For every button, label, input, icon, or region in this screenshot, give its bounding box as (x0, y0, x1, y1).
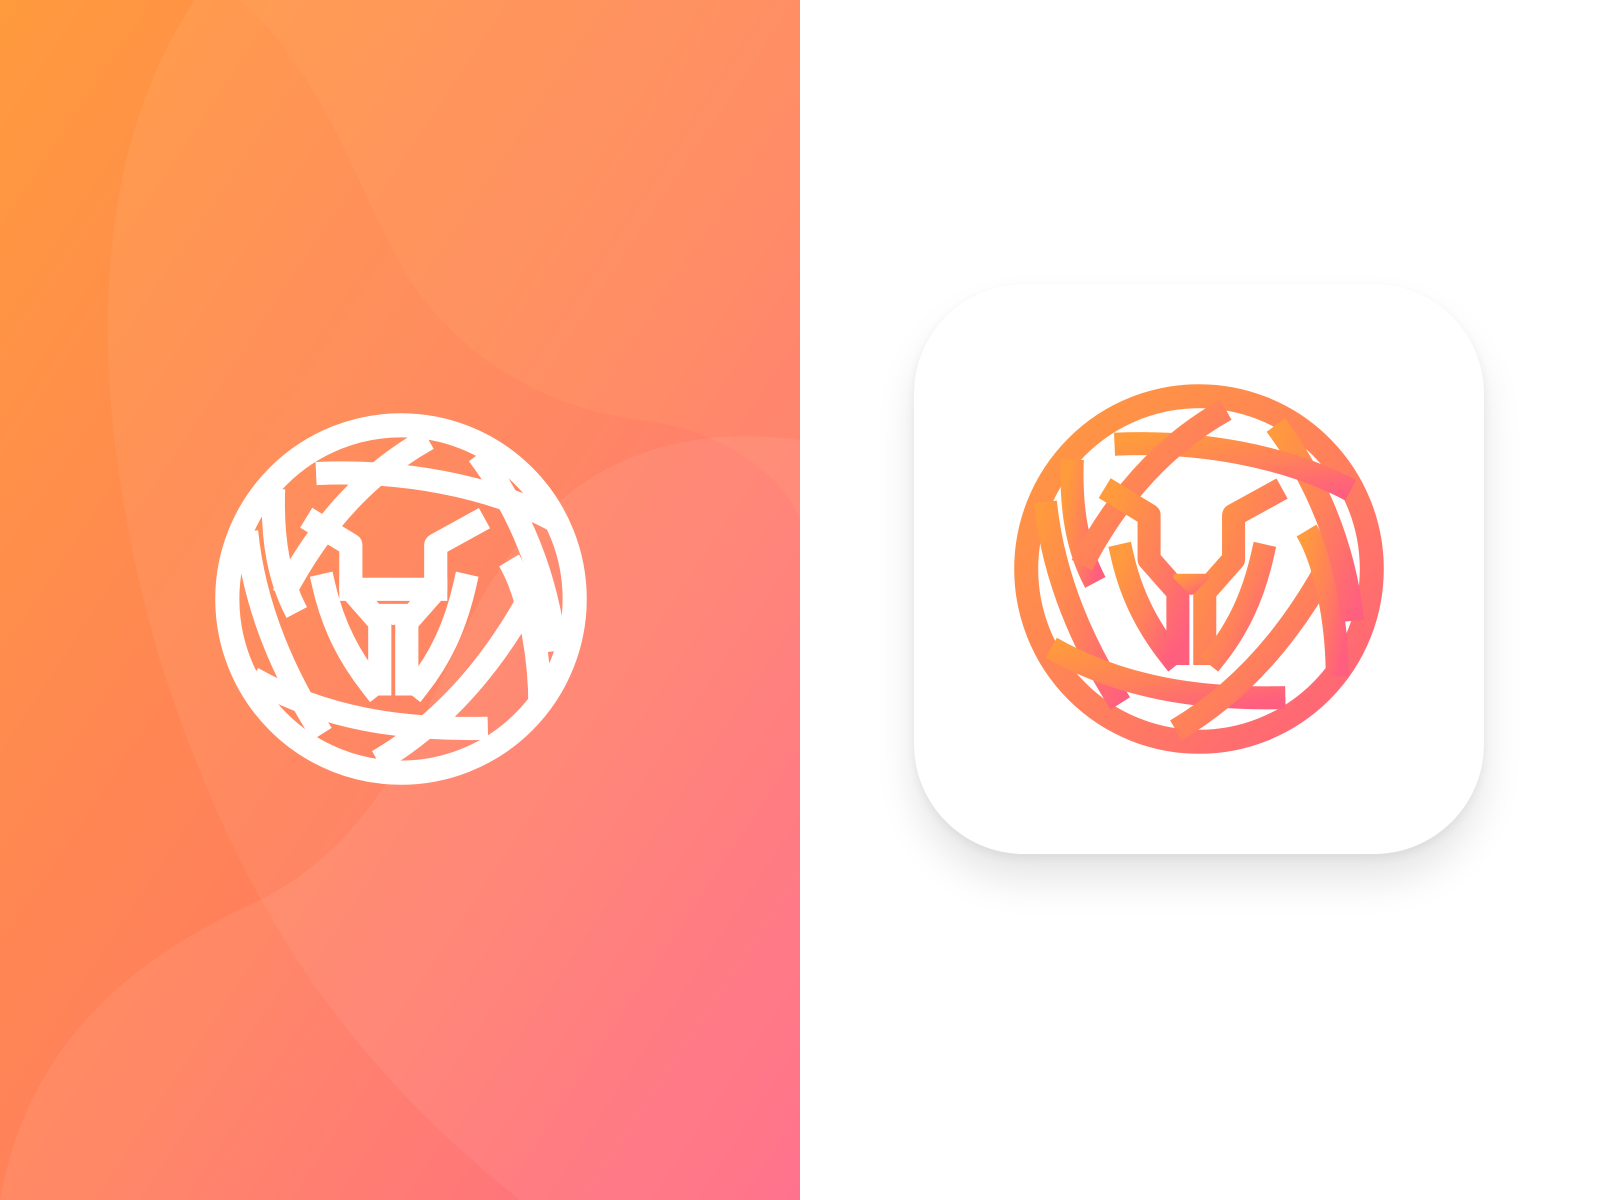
logo-presentation (0, 0, 1600, 1200)
app-icon-tile (914, 284, 1484, 854)
white-panel (800, 0, 1600, 1200)
lion-aperture-logo-gradient (1014, 384, 1384, 754)
lion-aperture-logo-white (215, 413, 587, 785)
gradient-panel (0, 0, 800, 1200)
